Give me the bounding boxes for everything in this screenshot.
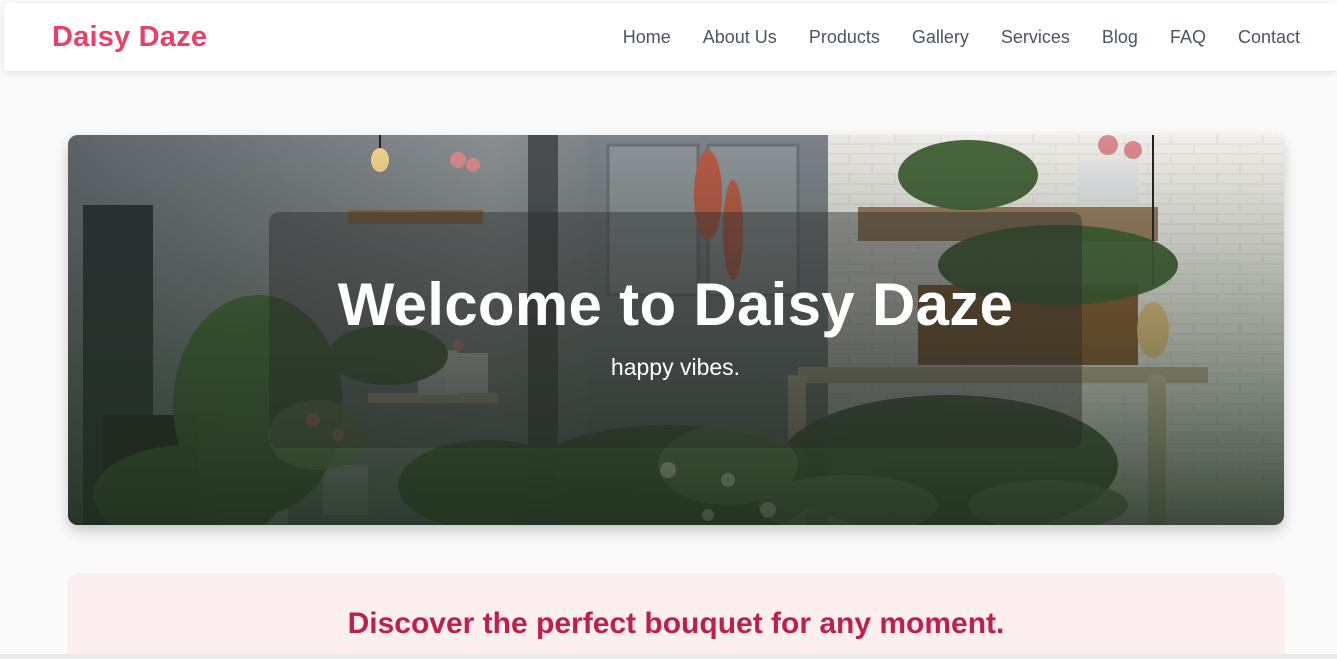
discover-section: Discover the perfect bouquet for any mom… [67, 573, 1285, 659]
hero-subtitle: happy vibes. [610, 353, 741, 380]
hero-overlay: Welcome to Daisy Daze happy vibes. [269, 212, 1082, 448]
viewport-bottom-edge [0, 654, 1337, 659]
nav-services[interactable]: Services [1001, 27, 1070, 48]
nav-products[interactable]: Products [809, 27, 880, 48]
nav-blog[interactable]: Blog [1102, 27, 1138, 48]
brand-logo-link[interactable]: Daisy Daze [52, 21, 207, 54]
nav-gallery[interactable]: Gallery [912, 27, 969, 48]
nav-faq[interactable]: FAQ [1170, 27, 1206, 48]
nav-home[interactable]: Home [623, 27, 671, 48]
discover-heading: Discover the perfect bouquet for any mom… [347, 607, 1005, 640]
page: Daisy Daze Home About Us Products Galler… [0, 0, 1337, 659]
site-header: Daisy Daze Home About Us Products Galler… [4, 3, 1337, 71]
nav-contact[interactable]: Contact [1238, 27, 1300, 48]
hero-banner: Welcome to Daisy Daze happy vibes. [68, 135, 1284, 525]
main-nav: Home About Us Products Gallery Services … [623, 27, 1300, 48]
hero-title: Welcome to Daisy Daze [337, 270, 1014, 338]
nav-about-us[interactable]: About Us [703, 27, 777, 48]
